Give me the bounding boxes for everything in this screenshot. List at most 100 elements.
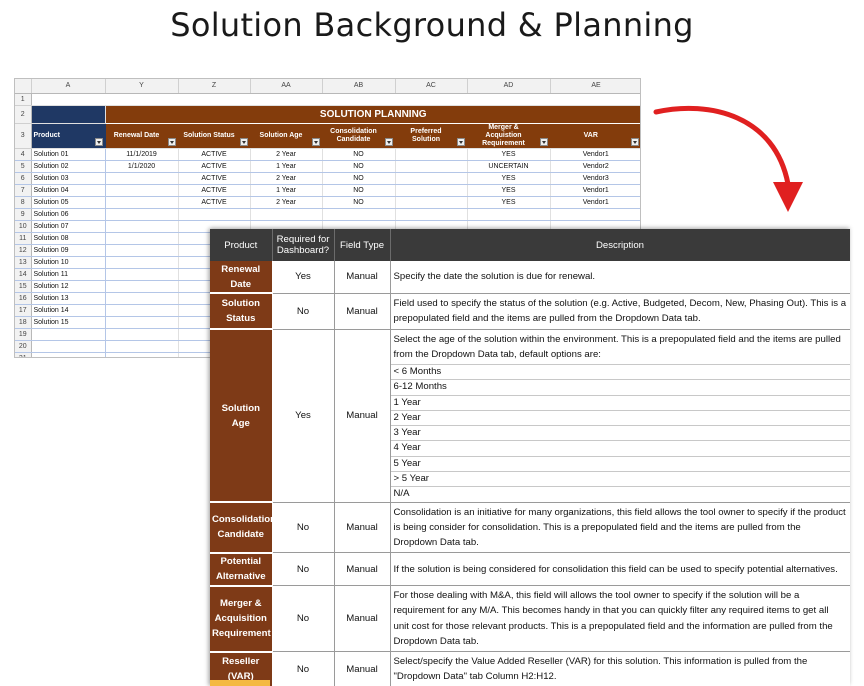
data-cell[interactable]: UNCERTAIN [467, 160, 551, 173]
select-all-corner[interactable] [15, 79, 32, 94]
row-number[interactable]: 16 [15, 292, 32, 305]
data-cell[interactable]: Vendor1 [550, 184, 640, 197]
product-cell[interactable]: Solution 06 [31, 208, 106, 221]
product-cell[interactable]: Solution 13 [31, 292, 106, 305]
planning-title-cell[interactable]: SOLUTION PLANNING [105, 105, 640, 124]
filter-dropdown-icon[interactable] [311, 137, 320, 146]
filter-dropdown-icon[interactable] [94, 137, 103, 146]
row-number[interactable]: 17 [15, 304, 32, 317]
data-cell[interactable]: NO [322, 160, 396, 173]
data-cell[interactable]: Vendor1 [550, 148, 640, 161]
data-cell[interactable] [105, 244, 179, 257]
product-cell[interactable]: Solution 05 [31, 196, 106, 209]
data-cell[interactable] [105, 208, 179, 221]
data-cell[interactable]: NO [322, 184, 396, 197]
row-number[interactable]: 12 [15, 244, 32, 257]
header-cell-merger-acquisition[interactable]: Merger & Acquistion Requirement [467, 123, 551, 149]
filter-dropdown-icon[interactable] [539, 137, 548, 146]
data-cell[interactable] [178, 208, 251, 221]
empty-cell[interactable] [31, 352, 106, 357]
data-cell[interactable]: ACTIVE [178, 160, 251, 173]
data-cell[interactable]: NO [322, 172, 396, 185]
data-cell[interactable]: YES [467, 172, 551, 185]
data-cell[interactable]: ACTIVE [178, 184, 251, 197]
column-header[interactable]: Z [178, 79, 251, 94]
empty-cell[interactable] [105, 328, 179, 341]
data-cell[interactable] [105, 232, 179, 245]
data-cell[interactable]: ACTIVE [178, 148, 251, 161]
data-cell[interactable]: YES [467, 148, 551, 161]
product-cell[interactable]: Solution 03 [31, 172, 106, 185]
header-cell-renewal-date[interactable]: Renewal Date [105, 123, 179, 149]
data-cell[interactable] [105, 280, 179, 293]
data-cell[interactable]: 2 Year [250, 148, 323, 161]
data-cell[interactable]: 1 Year [250, 184, 323, 197]
data-cell[interactable]: 1/1/2020 [105, 160, 179, 173]
row-number[interactable]: 7 [15, 184, 32, 197]
header-cell-solution-status[interactable]: Solution Status [178, 123, 251, 149]
data-cell[interactable] [395, 208, 468, 221]
header-cell-preferred-solution[interactable]: Preferred Solution [395, 123, 468, 149]
product-cell[interactable]: Solution 02 [31, 160, 106, 173]
data-cell[interactable]: NO [322, 196, 396, 209]
row-number[interactable]: 15 [15, 280, 32, 293]
product-cell[interactable]: Solution 01 [31, 148, 106, 161]
data-cell[interactable] [395, 160, 468, 173]
data-cell[interactable] [105, 220, 179, 233]
data-cell[interactable] [395, 172, 468, 185]
data-cell[interactable] [395, 184, 468, 197]
column-header[interactable]: AA [250, 79, 323, 94]
column-header[interactable]: AB [322, 79, 396, 94]
data-cell[interactable] [105, 256, 179, 269]
empty-cell[interactable] [105, 352, 179, 357]
product-cell[interactable]: Solution 14 [31, 304, 106, 317]
data-cell[interactable] [550, 208, 640, 221]
data-cell[interactable] [250, 208, 323, 221]
column-header[interactable]: AE [550, 79, 640, 94]
data-cell[interactable] [395, 148, 468, 161]
data-cell[interactable]: 2 Year [250, 196, 323, 209]
row-number[interactable]: 3 [15, 123, 32, 149]
column-header[interactable]: Y [105, 79, 179, 94]
data-cell[interactable] [105, 172, 179, 185]
data-cell[interactable] [105, 184, 179, 197]
data-cell[interactable] [467, 208, 551, 221]
product-cell[interactable]: Solution 12 [31, 280, 106, 293]
column-header[interactable]: AC [395, 79, 468, 94]
title-block-cell[interactable] [31, 105, 106, 124]
row-number[interactable]: 18 [15, 316, 32, 329]
data-cell[interactable]: ACTIVE [178, 172, 251, 185]
row-number[interactable]: 1 [15, 93, 32, 106]
row-number[interactable]: 21 [15, 352, 32, 357]
product-cell[interactable]: Solution 11 [31, 268, 106, 281]
data-cell[interactable] [395, 196, 468, 209]
data-cell[interactable]: NO [322, 148, 396, 161]
data-cell[interactable]: Vendor3 [550, 172, 640, 185]
empty-cell[interactable] [31, 93, 640, 106]
product-cell[interactable]: Solution 10 [31, 256, 106, 269]
header-cell-consolidation-candidate[interactable]: Consolidation Candidate [322, 123, 396, 149]
filter-dropdown-icon[interactable] [167, 137, 176, 146]
row-number[interactable]: 2 [15, 105, 32, 124]
header-cell-solution-age[interactable]: Solution Age [250, 123, 323, 149]
header-cell-product[interactable]: Product [31, 123, 106, 149]
data-cell[interactable] [105, 196, 179, 209]
row-number[interactable]: 20 [15, 340, 32, 353]
row-number[interactable]: 13 [15, 256, 32, 269]
row-number[interactable]: 9 [15, 208, 32, 221]
product-cell[interactable]: Solution 08 [31, 232, 106, 245]
product-cell[interactable]: Solution 07 [31, 220, 106, 233]
data-cell[interactable]: ACTIVE [178, 196, 251, 209]
product-cell[interactable]: Solution 04 [31, 184, 106, 197]
data-cell[interactable]: 1 Year [250, 160, 323, 173]
filter-dropdown-icon[interactable] [239, 137, 248, 146]
data-cell[interactable]: 11/1/2019 [105, 148, 179, 161]
data-cell[interactable] [105, 292, 179, 305]
column-header[interactable]: A [31, 79, 106, 94]
row-number[interactable]: 10 [15, 220, 32, 233]
data-cell[interactable]: Vendor1 [550, 196, 640, 209]
row-number[interactable]: 8 [15, 196, 32, 209]
row-number[interactable]: 5 [15, 160, 32, 173]
empty-cell[interactable] [31, 328, 106, 341]
empty-cell[interactable] [105, 340, 179, 353]
